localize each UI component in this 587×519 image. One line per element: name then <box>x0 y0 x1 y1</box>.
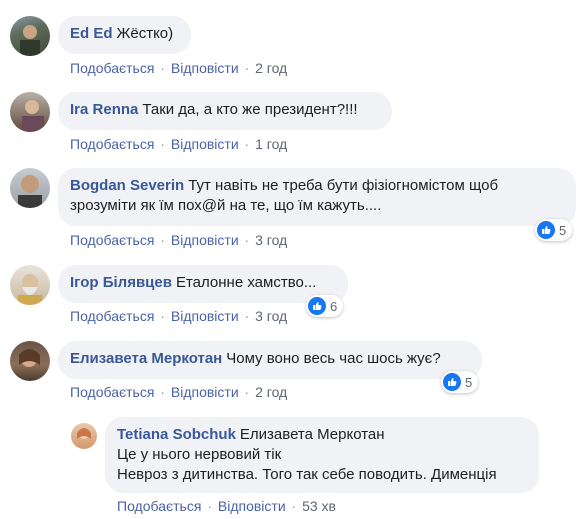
avatar[interactable] <box>10 92 50 132</box>
comment-actions: Подобається · Відповісти · 1 год <box>70 136 287 152</box>
comment-actions: Подобається · Відповісти · 3 год <box>70 232 287 248</box>
separator: · <box>244 60 250 76</box>
reply-button[interactable]: Відповісти <box>171 136 239 152</box>
separator: · <box>160 232 165 248</box>
comment-bubble: Tetiana Sobchuk Елизавета Меркотан Це у н… <box>105 417 539 493</box>
separator: · <box>244 308 250 324</box>
reaction-count[interactable]: 5 <box>441 371 479 393</box>
comment-text-line3: Невроз з дитинства. Того так себе поводи… <box>117 466 497 483</box>
like-button[interactable]: Подобається <box>70 384 154 400</box>
separator: · <box>160 308 165 324</box>
reply-button[interactable]: Відповісти <box>218 498 286 514</box>
separator: · <box>160 60 165 76</box>
timestamp[interactable]: 1 год <box>255 136 287 152</box>
comment-text: Жёстко) <box>116 25 174 42</box>
thumbs-up-icon <box>443 373 461 391</box>
timestamp[interactable]: 53 хв <box>302 498 336 514</box>
avatar[interactable] <box>10 168 50 208</box>
author-name[interactable]: Елизавета Меркотан <box>70 350 222 367</box>
comment-text: Чому воно весь час шось жує? <box>226 350 441 367</box>
comment-bubble: Елизавета Меркотан Чому воно весь час шос… <box>58 341 482 379</box>
comment-text-line2: зрозуміти як їм пох@й на те, що їм кажут… <box>70 197 382 214</box>
like-button[interactable]: Подобається <box>117 498 201 514</box>
author-name[interactable]: Ігор Білявцев <box>70 274 172 291</box>
thumbs-up-icon <box>308 297 326 315</box>
comment-actions: Подобається · Відповісти · 3 год <box>70 308 287 324</box>
mention-link[interactable]: Елизавета Меркотан <box>240 426 385 443</box>
like-button[interactable]: Подобається <box>70 232 154 248</box>
separator: · <box>160 384 165 400</box>
comment-text-line1: Тут навіть не треба бути фізіогномістом … <box>188 177 499 194</box>
timestamp[interactable]: 2 год <box>255 384 287 400</box>
separator: · <box>244 384 250 400</box>
avatar[interactable] <box>10 341 50 381</box>
timestamp[interactable]: 2 год <box>255 60 287 76</box>
reaction-count[interactable]: 5 <box>535 219 573 241</box>
author-name[interactable]: Ed Ed <box>70 25 113 42</box>
comment-text: Еталонне хамство... <box>175 274 317 291</box>
avatar[interactable] <box>10 265 50 305</box>
timestamp[interactable]: 3 год <box>255 308 287 324</box>
thumbs-up-icon <box>537 221 555 239</box>
separator: · <box>244 136 250 152</box>
reaction-count[interactable]: 6 <box>306 295 344 317</box>
reply-button[interactable]: Відповісти <box>171 60 239 76</box>
comment-bubble: Ed Ed Жёстко) <box>58 16 191 54</box>
avatar[interactable] <box>10 16 50 56</box>
author-name[interactable]: Tetiana Sobchuk <box>117 426 236 443</box>
separator: · <box>291 498 297 514</box>
timestamp[interactable]: 3 год <box>255 232 287 248</box>
reaction-number: 6 <box>330 298 338 314</box>
comment-text: Таки да, а кто же президент?!!! <box>142 101 358 118</box>
like-button[interactable]: Подобається <box>70 308 154 324</box>
comment-bubble: Ігор Білявцев Еталонне хамство... <box>58 265 348 303</box>
author-name[interactable]: Ira Renna <box>70 101 138 118</box>
reaction-number: 5 <box>559 222 567 238</box>
reply-button[interactable]: Відповісти <box>171 384 239 400</box>
reply-button[interactable]: Відповісти <box>171 308 239 324</box>
comment-bubble: Ira Renna Таки да, а кто же президент?!!! <box>58 92 392 130</box>
avatar[interactable] <box>71 423 97 449</box>
like-button[interactable]: Подобається <box>70 136 154 152</box>
separator: · <box>207 498 212 514</box>
comment-bubble: Bogdan Severin Тут навіть не треба бути ф… <box>58 168 576 226</box>
separator: · <box>244 232 250 248</box>
like-button[interactable]: Подобається <box>70 60 154 76</box>
comment-actions: Подобається · Відповісти · 53 хв <box>117 498 336 514</box>
comment-actions: Подобається · Відповісти · 2 год <box>70 60 287 76</box>
reply-button[interactable]: Відповісти <box>171 232 239 248</box>
comment-actions: Подобається · Відповісти · 2 год <box>70 384 287 400</box>
reaction-number: 5 <box>465 374 473 390</box>
author-name[interactable]: Bogdan Severin <box>70 177 184 194</box>
separator: · <box>160 136 165 152</box>
comment-text-line2: Це у нього нервовий тік <box>117 446 282 463</box>
